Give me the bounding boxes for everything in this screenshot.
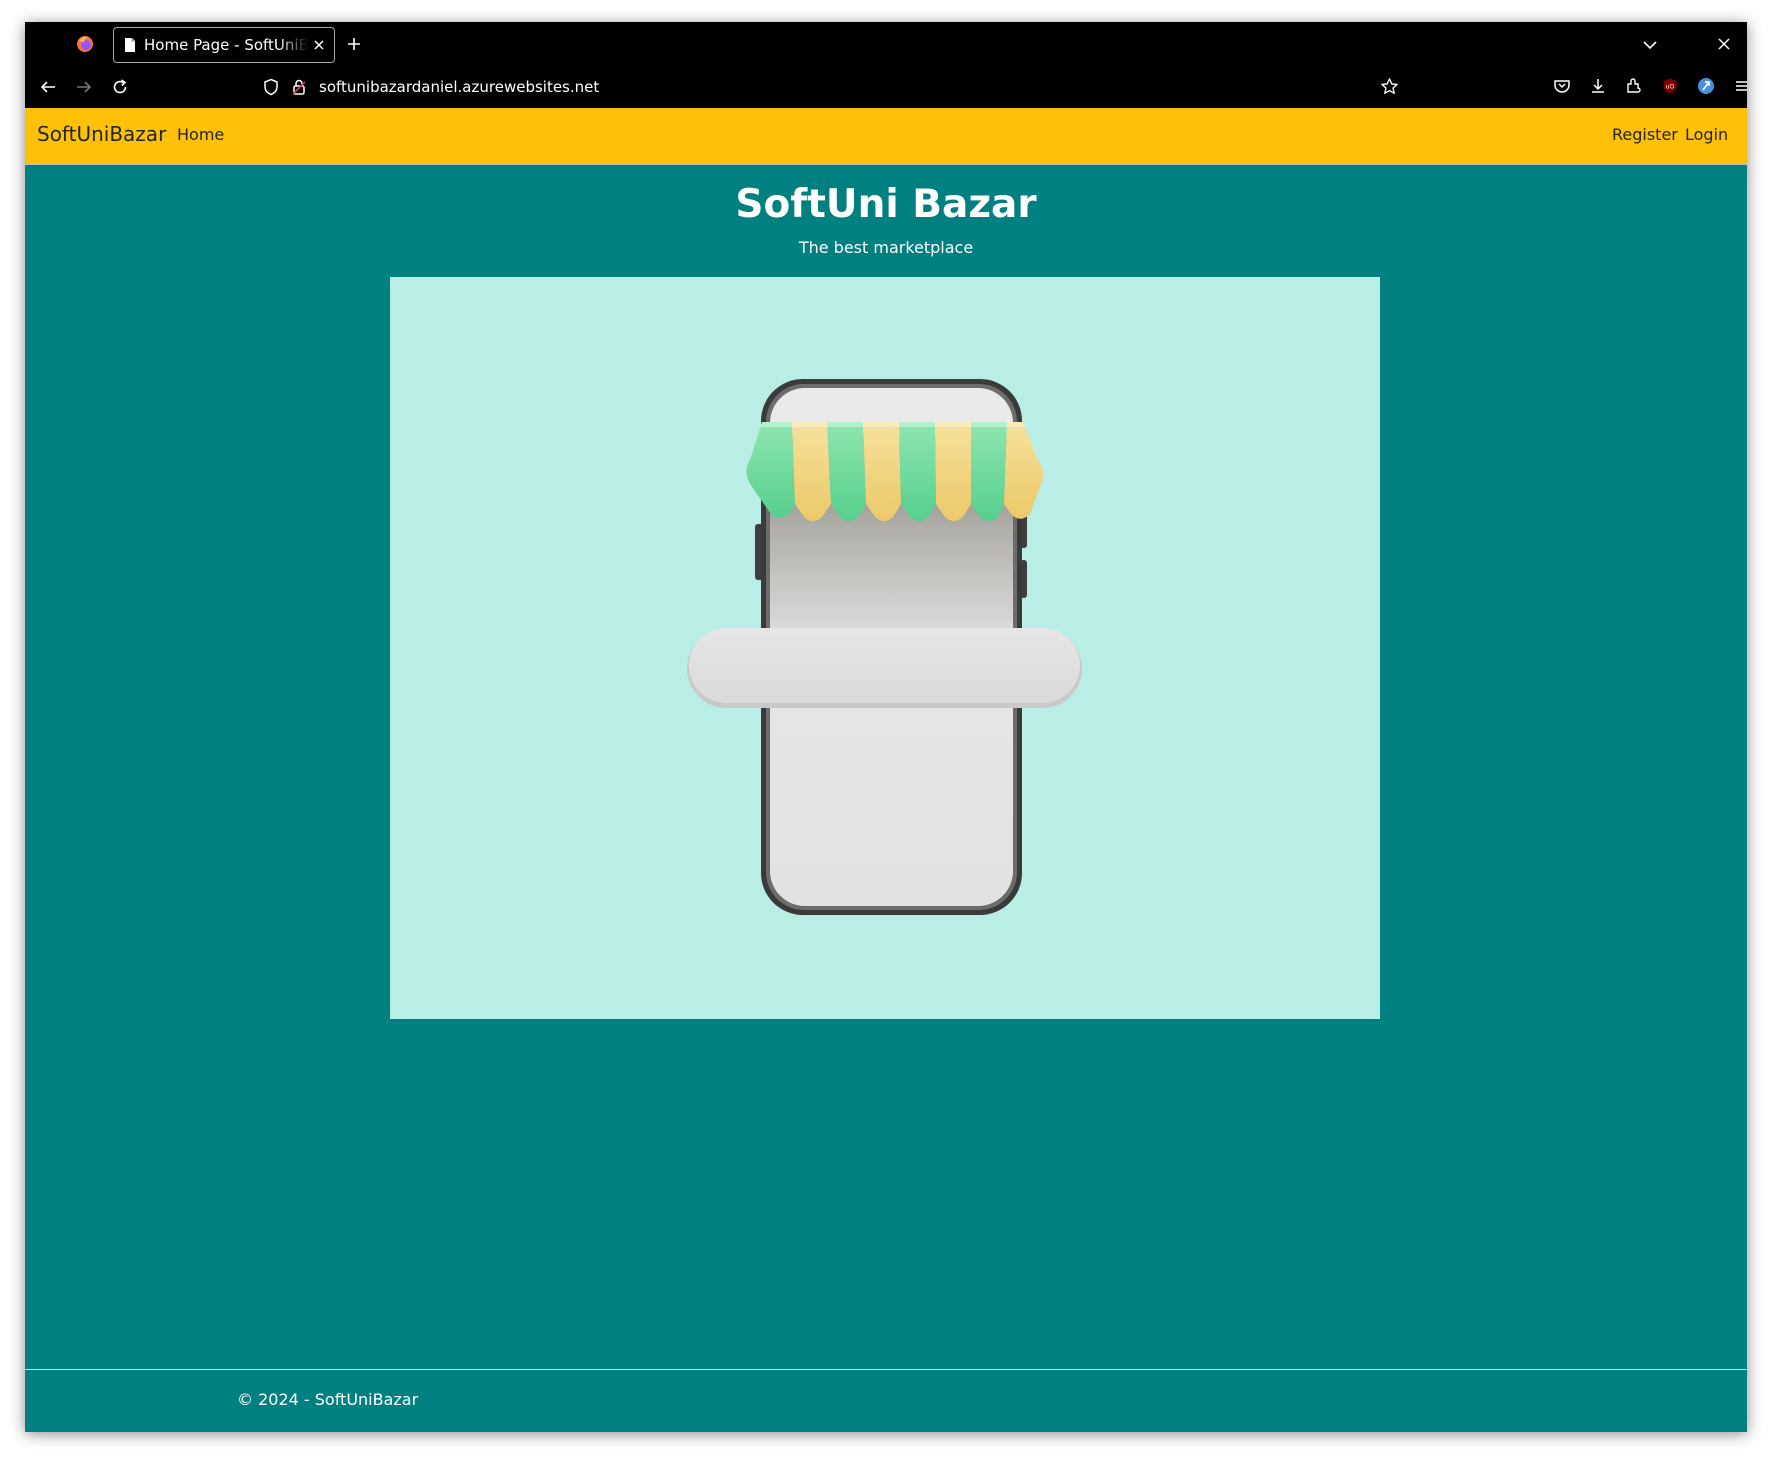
reload-icon[interactable] (111, 78, 129, 96)
bookmark-star-icon[interactable] (1380, 77, 1399, 96)
pocket-icon[interactable] (1553, 77, 1571, 95)
close-tab-icon[interactable] (312, 38, 326, 52)
page-subtitle: The best marketplace (798, 238, 974, 257)
new-tab-icon[interactable] (345, 35, 363, 53)
container-extension-icon[interactable] (1697, 77, 1715, 95)
browser-window: Home Page - SoftUniBazar (25, 22, 1747, 1432)
download-icon[interactable] (1589, 77, 1607, 95)
forward-arrow-icon[interactable] (75, 78, 93, 96)
page-icon (125, 38, 135, 52)
chevron-down-icon[interactable] (1641, 36, 1659, 54)
shield-icon[interactable] (263, 78, 279, 96)
nav-link-register[interactable]: Register (1612, 125, 1678, 144)
hero-image (390, 277, 1380, 1019)
browser-chrome: Home Page - SoftUniBazar (25, 22, 1747, 108)
nav-link-login[interactable]: Login (1685, 125, 1728, 144)
extensions-icon[interactable] (1625, 77, 1643, 95)
site-navbar: SoftUniBazar Home Register Login (25, 108, 1747, 165)
tab-title: Home Page - SoftUniBazar (144, 36, 308, 54)
awning (746, 422, 1044, 521)
footer-copyright: © 2024 - SoftUniBazar (237, 1390, 419, 1409)
page-title: SoftUni Bazar (735, 182, 1037, 227)
phone-storefront-illustration (687, 379, 1082, 915)
insecure-lock-icon[interactable] (291, 78, 307, 96)
svg-text:uO: uO (1666, 84, 1675, 91)
browser-tab-active[interactable]: Home Page - SoftUniBazar (113, 27, 335, 63)
ublock-origin-icon[interactable]: uO (1661, 77, 1679, 95)
navbar-brand[interactable]: SoftUniBazar (37, 122, 166, 146)
browser-toolbar: softunibazardaniel.azurewebsites.net uO (25, 66, 1747, 108)
footer: © 2024 - SoftUniBazar (25, 1369, 1747, 1432)
back-arrow-icon[interactable] (39, 78, 57, 96)
firefox-icon[interactable] (76, 35, 94, 53)
nav-link-home[interactable]: Home (177, 125, 224, 144)
address-bar-url[interactable]: softunibazardaniel.azurewebsites.net (319, 76, 599, 98)
hamburger-menu-icon[interactable] (1733, 77, 1747, 95)
tab-strip: Home Page - SoftUniBazar (25, 22, 1747, 66)
window-close-icon[interactable] (1717, 37, 1731, 51)
